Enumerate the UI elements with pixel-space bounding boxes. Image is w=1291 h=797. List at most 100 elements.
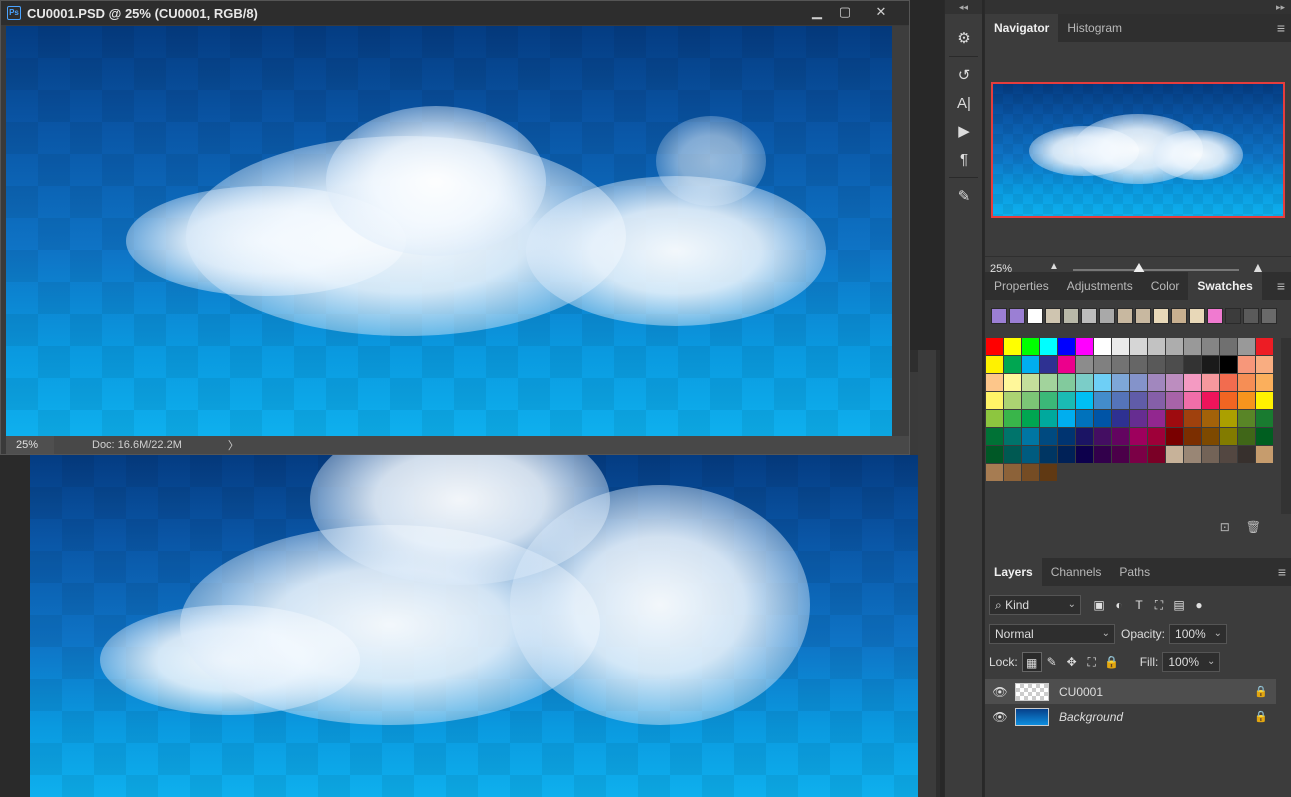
color-swatch[interactable]: [1220, 338, 1237, 355]
color-swatch[interactable]: [1094, 374, 1111, 391]
color-swatch[interactable]: [1184, 356, 1201, 373]
color-swatch[interactable]: [1256, 392, 1273, 409]
minimize-button[interactable]: ▁: [804, 3, 830, 21]
zoom-out-icon[interactable]: ▲: [1049, 261, 1059, 272]
color-swatch[interactable]: [1004, 446, 1021, 463]
color-swatch[interactable]: [1040, 464, 1057, 481]
color-swatch[interactable]: [1130, 446, 1147, 463]
character-icon[interactable]: A|: [945, 89, 983, 117]
color-swatch[interactable]: [1202, 446, 1219, 463]
recent-swatch[interactable]: [1243, 308, 1259, 324]
color-swatch[interactable]: [1058, 446, 1075, 463]
swatches-menu-icon[interactable]: ≡: [1277, 272, 1285, 300]
color-swatch[interactable]: [1076, 446, 1093, 463]
navigator-menu-icon[interactable]: ≡: [1277, 14, 1285, 42]
color-swatch[interactable]: [1040, 428, 1057, 445]
color-swatch[interactable]: [1076, 392, 1093, 409]
shape-filter-icon[interactable]: ⛶: [1149, 598, 1169, 613]
color-swatch[interactable]: [1058, 374, 1075, 391]
color-swatch[interactable]: [1040, 356, 1057, 373]
color-swatch[interactable]: [1094, 428, 1111, 445]
delete-swatch-icon[interactable]: 🗑: [1246, 520, 1261, 534]
color-swatch[interactable]: [1166, 338, 1183, 355]
color-swatch[interactable]: [1256, 338, 1273, 355]
document-scrollbar[interactable]: [892, 26, 909, 436]
color-swatch[interactable]: [986, 410, 1003, 427]
recent-swatch[interactable]: [1261, 308, 1277, 324]
color-swatch[interactable]: [1220, 410, 1237, 427]
color-swatch[interactable]: [1148, 446, 1165, 463]
color-swatch[interactable]: [1148, 410, 1165, 427]
color-swatch[interactable]: [1022, 446, 1039, 463]
navigator-preview[interactable]: [991, 82, 1285, 218]
recent-swatch[interactable]: [1009, 308, 1025, 324]
color-swatch[interactable]: [1040, 338, 1057, 355]
recent-swatch[interactable]: [1063, 308, 1079, 324]
color-swatch[interactable]: [1022, 428, 1039, 445]
color-swatch[interactable]: [1184, 410, 1201, 427]
color-swatch[interactable]: [1130, 338, 1147, 355]
color-swatch[interactable]: [986, 464, 1003, 481]
lock-transparent-icon[interactable]: ▦: [1021, 652, 1042, 672]
color-swatch[interactable]: [1166, 392, 1183, 409]
color-swatch[interactable]: [1076, 428, 1093, 445]
tab-channels[interactable]: Channels: [1042, 558, 1111, 586]
color-swatch[interactable]: [1004, 428, 1021, 445]
color-swatch[interactable]: [1202, 338, 1219, 355]
brush-settings-icon[interactable]: ✎: [945, 182, 983, 210]
color-swatch[interactable]: [1148, 338, 1165, 355]
color-swatch[interactable]: [1202, 374, 1219, 391]
lock-position-icon[interactable]: ✥: [1062, 652, 1082, 672]
color-swatch[interactable]: [1148, 428, 1165, 445]
sliders-icon[interactable]: ⚙: [945, 24, 983, 52]
color-swatch[interactable]: [1166, 410, 1183, 427]
layer-filter-kind-select[interactable]: ⌕ Kind ⌄: [989, 595, 1081, 615]
layer-row[interactable]: 👁 Background 🔒: [985, 704, 1276, 729]
recent-swatch[interactable]: [1135, 308, 1151, 324]
color-swatch[interactable]: [1112, 356, 1129, 373]
lock-artboard-icon[interactable]: ⛶: [1082, 652, 1102, 672]
color-swatch[interactable]: [1040, 392, 1057, 409]
document-title-bar[interactable]: Ps CU0001.PSD @ 25% (CU0001, RGB/8) ▁ ▢ …: [1, 1, 909, 25]
lock-pixels-icon[interactable]: ✎: [1042, 652, 1062, 672]
color-swatch[interactable]: [1202, 392, 1219, 409]
color-swatch[interactable]: [1148, 374, 1165, 391]
layer-name[interactable]: CU0001: [1059, 685, 1246, 699]
recent-swatch[interactable]: [1099, 308, 1115, 324]
color-swatch[interactable]: [1238, 338, 1255, 355]
color-swatch[interactable]: [1022, 338, 1039, 355]
color-swatch[interactable]: [1112, 410, 1129, 427]
color-swatch[interactable]: [1112, 338, 1129, 355]
color-swatch[interactable]: [1058, 392, 1075, 409]
color-swatch[interactable]: [1238, 410, 1255, 427]
color-swatch[interactable]: [1148, 392, 1165, 409]
color-swatch[interactable]: [1076, 356, 1093, 373]
color-swatch[interactable]: [1184, 446, 1201, 463]
color-swatch[interactable]: [1256, 356, 1273, 373]
color-swatch[interactable]: [1166, 374, 1183, 391]
color-swatch[interactable]: [1166, 446, 1183, 463]
smart-filter-icon[interactable]: ▤: [1169, 598, 1189, 612]
recent-swatch[interactable]: [1153, 308, 1169, 324]
color-swatch[interactable]: [1166, 428, 1183, 445]
layers-menu-icon[interactable]: ≡: [1278, 558, 1286, 586]
type-filter-icon[interactable]: T: [1129, 598, 1149, 612]
paragraph-icon[interactable]: ¶: [945, 145, 983, 173]
maximize-button[interactable]: ▢: [832, 3, 858, 21]
color-swatch[interactable]: [1256, 446, 1273, 463]
color-swatch[interactable]: [1094, 410, 1111, 427]
blend-mode-select[interactable]: Normal ⌄: [989, 624, 1115, 644]
image-filter-icon[interactable]: ▣: [1089, 598, 1109, 612]
color-swatch[interactable]: [1256, 428, 1273, 445]
visibility-eye-icon[interactable]: 👁: [985, 685, 1015, 699]
color-swatch[interactable]: [1130, 356, 1147, 373]
adjustment-filter-icon[interactable]: ◐: [1109, 598, 1129, 612]
color-swatch[interactable]: [1184, 392, 1201, 409]
color-swatch[interactable]: [1256, 410, 1273, 427]
color-swatch[interactable]: [1202, 410, 1219, 427]
color-swatch[interactable]: [1238, 446, 1255, 463]
zoom-slider-track[interactable]: [1073, 269, 1239, 271]
color-swatch[interactable]: [1094, 392, 1111, 409]
color-swatch[interactable]: [1004, 410, 1021, 427]
new-swatch-icon[interactable]: ⊡: [1220, 520, 1230, 534]
